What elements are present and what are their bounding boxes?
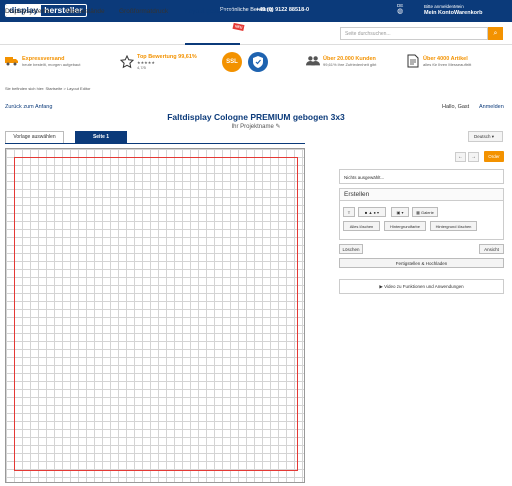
back-to-start-link[interactable]: Zurück zum Anfang [5,104,52,110]
delete-all-button[interactable]: Alles löschen [343,221,380,231]
search-input[interactable]: Seite durchsuchen... [340,27,488,40]
bg-delete-button[interactable]: Hintergrund löschen [430,221,477,231]
usp-customers: Über 20.000 Kunden 99,61% ihre Zufriedenh… [306,54,376,68]
bg-color-button[interactable]: Hintergrundfarbe [384,221,426,231]
globe-icon: ◍ [397,8,404,15]
video-tutorial-link[interactable]: ▶ Video zu Funktionen und Anwendungen [339,279,504,294]
delete-button[interactable]: Löschen [339,244,363,254]
cart-hint: Mein [454,4,464,9]
login-link[interactable]: Anmelden [479,104,504,110]
account-menu[interactable]: Bitte anmelden Mein Konto [424,3,454,17]
tab-page-1[interactable]: Seite 1 [75,131,127,143]
image-tool-button[interactable]: ▣ ▾ [391,207,409,217]
ssl-seal-icon: SSL [222,52,242,72]
nav-layout-gestalten[interactable]: Layout gestalten [185,8,233,15]
nav-messestaende[interactable]: Messestände [66,8,105,15]
usp-articles: Über 4000 Artikel alles für Ihren Messeau… [406,54,471,68]
project-name[interactable]: Ihr Projektname ✎ [0,123,512,130]
account-hint: Bitte anmelden [424,4,455,9]
selection-field: Nichts ausgewählt... [339,169,504,184]
next-page-button[interactable]: → [468,152,479,162]
shapes-tool-button[interactable]: ■ ▲ ● ▾ [358,207,386,217]
tab-divider [5,143,305,144]
search-button[interactable]: ⌕ [488,27,503,40]
search-icon: ⌕ [493,30,498,37]
language-select[interactable]: Deutsch ▾ [468,131,503,142]
prev-page-button[interactable]: ← [455,152,466,162]
text-tool-button[interactable]: T [343,207,355,217]
phone-number[interactable]: +49 (0) 9122 88518-0 [256,7,309,13]
usp-sub: heute bestellt, morgen aufgebaut [22,61,81,67]
cart-link[interactable]: Mein Warenkorb [454,3,483,17]
shield-seal-icon [248,52,268,72]
finish-upload-button[interactable]: Fertigstellen & Hochladen [339,258,504,268]
truck-icon [5,54,19,68]
page-title: Faltdisplay Cologne PREMIUM gebogen 3x3 [167,112,345,122]
create-heading: Erstellen [340,189,503,201]
order-button[interactable]: Order [484,151,504,162]
view-button[interactable]: Ansicht [479,244,504,254]
cart-label: Warenkorb [454,10,483,16]
usp-title: Über 4000 Artikel [423,55,468,62]
breadcrumb[interactable]: Sie befinden sich hier: Startseite > Lay… [5,86,91,91]
nav-grossformatdruck[interactable]: Großformatdruck [119,8,168,15]
design-canvas[interactable] [5,148,305,483]
usp-sub: 4,7/5 [137,65,146,70]
usp-express: Expressversand heute bestellt, morgen auf… [5,54,81,68]
language-switch[interactable]: DE ◍ [397,3,403,15]
nav-displaysysteme[interactable]: Displaysysteme [5,8,51,15]
gallery-button[interactable]: ▦ Galerie [412,207,438,217]
usp-sub: alles für Ihren Messeauftritt [423,61,472,67]
usp-title: Über 20.000 Kunden [323,55,376,62]
account-label: Mein Konto [424,10,454,16]
document-icon [406,54,420,68]
bleed-line [14,157,298,471]
tab-template[interactable]: Vorlage auswählen [5,131,64,143]
usp-rating: Top Bewertung 99,61% ★★★★★ 4,7/5 [120,54,197,70]
greeting: Hallo, Gast [442,104,470,110]
people-icon [306,54,320,68]
nav-active-indicator [185,43,240,45]
star-icon [120,55,134,69]
usp-sub: 99,61% ihre Zufriedenheit gibt [323,61,377,67]
